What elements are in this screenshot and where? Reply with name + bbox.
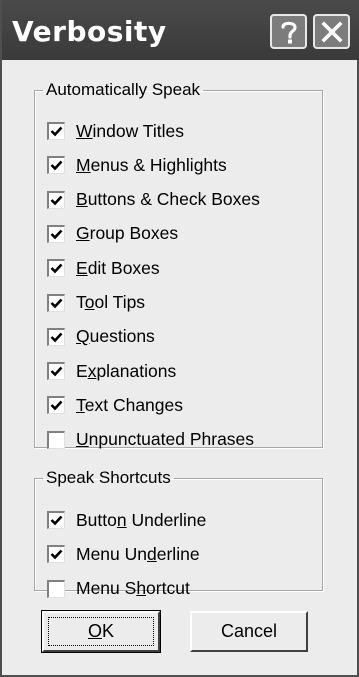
checkmark-icon — [50, 401, 63, 411]
checkmark-icon — [50, 195, 63, 205]
checkmark-icon — [50, 515, 63, 526]
close-icon — [320, 20, 343, 43]
checkbox-label: Unpunctuated Phrases — [76, 429, 255, 450]
checkmark-icon — [50, 332, 63, 343]
checkbox-box[interactable] — [47, 327, 65, 346]
checkbox-box[interactable] — [47, 259, 65, 278]
checkbox-button-underline[interactable]: Button Underline — [47, 507, 206, 533]
checkbox-questions[interactable]: Questions — [47, 324, 155, 350]
checkbox-menus-and-highlights[interactable]: Menus & Highlights — [47, 152, 227, 178]
checkbox-tool-tips[interactable]: Tool Tips — [47, 290, 145, 316]
ok-button[interactable]: OK — [41, 610, 161, 653]
help-button[interactable] — [270, 14, 307, 49]
checkbox-box[interactable] — [47, 545, 65, 564]
checkbox-label: Edit Boxes — [76, 257, 160, 278]
cancel-button-label: Cancel — [220, 621, 278, 641]
window-title: Verbosity — [12, 15, 167, 48]
automatically-speak-group: Automatically Speak Window Titles Menus &… — [34, 80, 323, 449]
focus-rectangle — [48, 617, 154, 646]
checkbox-text-changes[interactable]: Text Changes — [47, 392, 183, 418]
question-mark-icon — [280, 21, 297, 43]
checkbox-label: Questions — [76, 326, 155, 347]
checkbox-box[interactable] — [47, 156, 65, 175]
cancel-button[interactable]: Cancel — [190, 611, 308, 652]
checkbox-label: Menus & Highlights — [76, 154, 227, 175]
checkbox-box[interactable] — [47, 430, 65, 449]
close-button[interactable] — [313, 14, 350, 49]
checkbox-menu-underline[interactable]: Menu Underline — [47, 541, 200, 567]
checkbox-box[interactable] — [47, 122, 65, 140]
checkbox-box[interactable] — [47, 224, 65, 243]
checkmark-icon — [50, 126, 63, 137]
checkmark-icon — [50, 366, 63, 377]
checkbox-box[interactable] — [47, 190, 65, 209]
checkmark-icon — [50, 549, 63, 560]
checkbox-buttons-and-check-boxes[interactable]: Buttons & Check Boxes — [47, 187, 260, 213]
checkbox-label: Menu Shortcut — [76, 578, 190, 599]
checkmark-icon — [50, 160, 63, 171]
speak-shortcuts-group: Speak Shortcuts Button Underline Menu Und… — [34, 468, 323, 598]
checkbox-label: Buttons & Check Boxes — [76, 189, 260, 210]
checkbox-label: Menu Underline — [76, 543, 200, 564]
checkbox-label: Button Underline — [76, 509, 207, 530]
checkbox-window-titles[interactable]: Window Titles — [47, 118, 184, 144]
checkbox-box[interactable] — [47, 579, 65, 598]
checkbox-label: Tool Tips — [76, 292, 146, 312]
checkbox-edit-boxes[interactable]: Edit Boxes — [47, 255, 160, 281]
checkbox-menu-shortcut[interactable]: Menu Shortcut — [47, 576, 190, 602]
checkbox-unpunctuated-phrases[interactable]: Unpunctuated Phrases — [47, 427, 254, 453]
checkmark-icon — [50, 229, 63, 240]
checkbox-box[interactable] — [47, 362, 65, 381]
checkbox-box[interactable] — [47, 511, 65, 529]
speak-shortcuts-legend: Speak Shortcuts — [46, 468, 171, 487]
verbosity-dialog: Verbosity Automatically Speak Window Tit… — [0, 0, 359, 677]
checkmark-icon — [50, 298, 63, 308]
checkbox-box[interactable] — [47, 293, 65, 312]
checkbox-label: Explanations — [76, 360, 177, 381]
checkbox-box[interactable] — [47, 396, 65, 415]
title-bar[interactable]: Verbosity — [2, 0, 359, 60]
automatically-speak-legend: Automatically Speak — [46, 80, 201, 99]
checkbox-label: Group Boxes — [76, 223, 179, 244]
checkbox-label: Text Changes — [76, 394, 184, 415]
checkbox-explanations[interactable]: Explanations — [47, 358, 176, 384]
checkbox-group-boxes[interactable]: Group Boxes — [47, 221, 178, 247]
checkbox-label: Window Titles — [76, 120, 184, 141]
checkmark-icon — [50, 263, 63, 274]
